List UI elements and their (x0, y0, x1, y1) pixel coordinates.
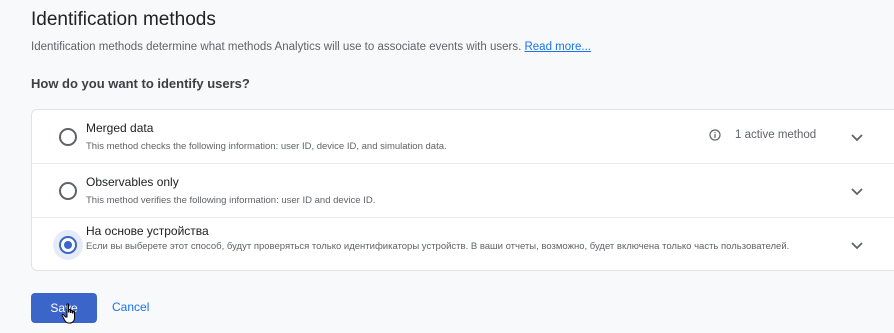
option-description: This method checks the following informa… (86, 141, 447, 152)
page-description: Identification methods determine what me… (31, 41, 591, 53)
active-method-status: 1 active method (709, 129, 816, 141)
section-question: How do you want to identify users? (31, 76, 250, 91)
option-label: Observables only (86, 175, 179, 189)
option-description: This method verifies the following infor… (86, 195, 376, 206)
cancel-button[interactable]: Cancel (112, 300, 149, 314)
identification-options-card: Merged data This method checks the follo… (31, 109, 894, 271)
option-device-based[interactable]: На основе устройства Если вы выберете эт… (32, 218, 894, 270)
chevron-down-icon[interactable] (850, 184, 864, 198)
page-title: Identification methods (31, 9, 216, 30)
option-label: На основе устройства (86, 224, 209, 238)
active-method-label: 1 active method (735, 129, 817, 141)
chevron-down-icon[interactable] (850, 238, 864, 252)
option-description: Если вы выберете этот способ, будут пров… (86, 241, 790, 252)
option-merged-data[interactable]: Merged data This method checks the follo… (32, 110, 894, 164)
description-text: Identification methods determine what me… (31, 41, 522, 53)
radio-observables-only[interactable] (59, 182, 77, 200)
hand-cursor-icon (61, 303, 75, 324)
radio-merged-data[interactable] (59, 128, 77, 146)
identification-methods-page: Identification methods Identification me… (0, 0, 894, 333)
option-observables-only[interactable]: Observables only This method verifies th… (32, 164, 894, 218)
chevron-down-icon[interactable] (850, 130, 864, 144)
radio-device-based[interactable] (59, 236, 77, 254)
read-more-link[interactable]: Read more... (524, 41, 590, 53)
info-icon (709, 129, 721, 141)
option-label: Merged data (86, 121, 154, 135)
